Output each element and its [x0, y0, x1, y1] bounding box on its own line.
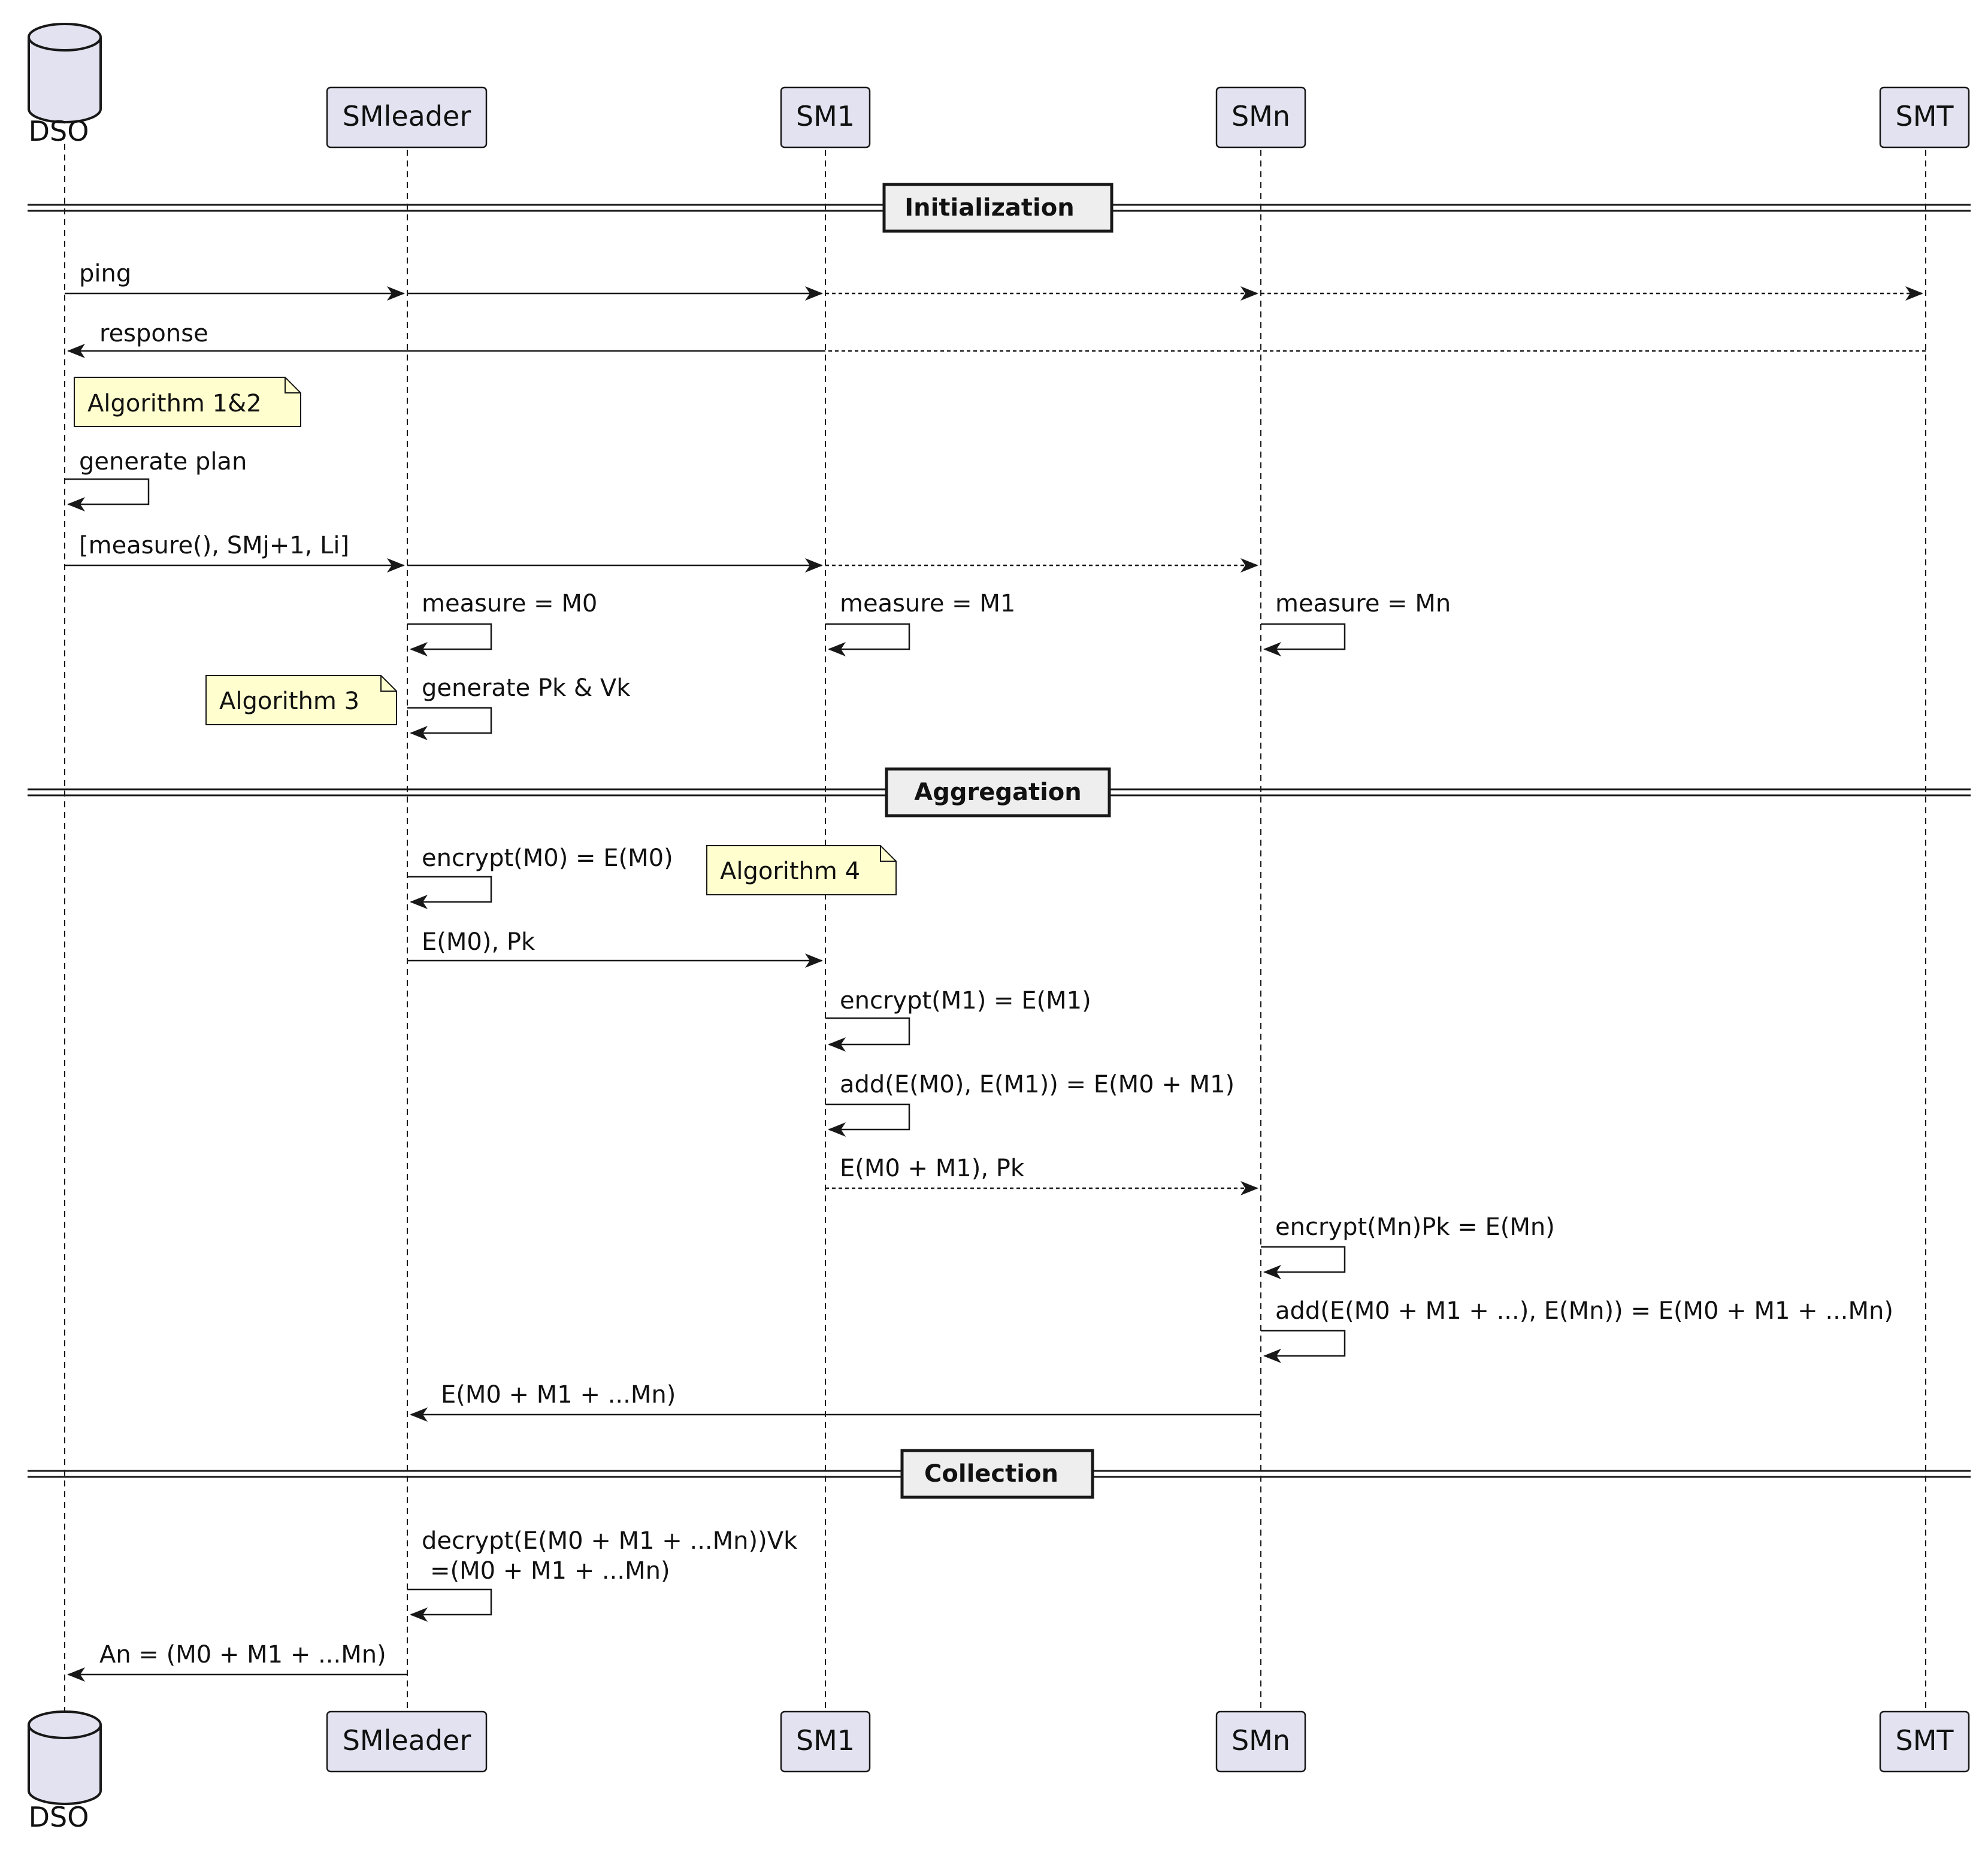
- divider-label: Collection: [924, 1460, 1058, 1488]
- participant-smn-top[interactable]: SMn: [1215, 86, 1306, 149]
- message-add-mn: add(E(M0 + M1 + ...), E(Mn)) = E(M0 + M1…: [1261, 1297, 1893, 1363]
- divider-aggregation: Aggregation: [28, 767, 1971, 817]
- participant-label: SMT: [1896, 100, 1954, 132]
- message-label: E(M0 + M1), Pk: [840, 1155, 1025, 1182]
- message-label: E(M0 + M1 + ...Mn): [441, 1381, 676, 1409]
- participant-label: DSO: [29, 115, 89, 147]
- participant-smleader-top[interactable]: SMleader: [326, 86, 488, 149]
- message-add-m0-m1: add(E(M0), E(M1)) = E(M0 + M1): [825, 1071, 1234, 1137]
- participants-top: DSO SMleader SM1 SMn SMT: [28, 23, 1970, 149]
- participant-label: DSO: [29, 1801, 89, 1833]
- participant-sm1-top[interactable]: SM1: [780, 86, 871, 149]
- message-generate-plan: generate plan: [65, 448, 247, 511]
- message-label-line-2: =(M0 + M1 + ...Mn): [430, 1557, 670, 1585]
- participant-label: SMn: [1231, 1724, 1290, 1757]
- participant-label: SMT: [1896, 1724, 1954, 1757]
- message-result-to-dso: An = (M0 + M1 + ...Mn): [67, 1641, 407, 1682]
- message-label: measure = M0: [422, 590, 597, 617]
- message-label: encrypt(M1) = E(M1): [840, 987, 1091, 1015]
- divider-label: Aggregation: [914, 779, 1082, 806]
- message-label: [measure(), SMj+1, Li]: [79, 532, 349, 559]
- message-label: generate Pk & Vk: [422, 674, 631, 702]
- participant-label: SMn: [1231, 100, 1290, 132]
- participant-label: SM1: [796, 1724, 855, 1757]
- note-algorithm-4: Algorithm 4: [706, 845, 897, 895]
- note-algorithm-3: Algorithm 3: [205, 675, 397, 725]
- message-measure-m1: measure = M1: [825, 590, 1015, 656]
- participant-label: SMleader: [343, 100, 471, 132]
- sequence-diagram-canvas: DSO SMleader SM1 SMn SMT Initialization: [28, 23, 1971, 1833]
- message-e-m0-m1-pk: E(M0 + M1), Pk: [825, 1155, 1258, 1195]
- message-decrypt: decrypt(E(M0 + M1 + ...Mn))Vk =(M0 + M1 …: [407, 1527, 798, 1622]
- divider-collection: Collection: [28, 1449, 1971, 1499]
- participant-smt-bottom[interactable]: SMT: [1879, 1710, 1970, 1773]
- message-label: measure = M1: [840, 590, 1015, 617]
- message-label: An = (M0 + M1 + ...Mn): [99, 1641, 386, 1669]
- participant-smt-top[interactable]: SMT: [1879, 86, 1970, 149]
- message-label: decrypt(E(M0 + M1 + ...Mn))Vk: [422, 1527, 798, 1555]
- participant-dso-bottom[interactable]: DSO: [28, 1710, 102, 1833]
- participant-label: SM1: [796, 100, 855, 132]
- note-algorithm-1-2: Algorithm 1&2: [74, 377, 301, 427]
- message-label: encrypt(Mn)Pk = E(Mn): [1275, 1213, 1555, 1241]
- participant-smleader-bottom[interactable]: SMleader: [326, 1710, 488, 1773]
- message-aggregate-return: E(M0 + M1 + ...Mn): [410, 1381, 1261, 1422]
- message-measure-plan: [measure(), SMj+1, Li]: [65, 532, 1258, 573]
- participant-sm1-bottom[interactable]: SM1: [780, 1710, 871, 1773]
- participant-smn-bottom[interactable]: SMn: [1215, 1710, 1306, 1773]
- message-label: add(E(M0 + M1 + ...), E(Mn)) = E(M0 + M1…: [1275, 1297, 1893, 1325]
- message-label: generate plan: [79, 448, 247, 476]
- divider-initialization: Initialization: [28, 183, 1971, 233]
- message-label: response: [99, 320, 208, 347]
- note-label: Algorithm 1&2: [87, 390, 262, 417]
- message-e-m0-pk: E(M0), Pk: [407, 928, 823, 968]
- database-icon-top: [28, 1710, 102, 1739]
- divider-label: Initialization: [904, 194, 1074, 222]
- message-encrypt-mn: encrypt(Mn)Pk = E(Mn): [1261, 1213, 1555, 1279]
- message-generate-keys: generate Pk & Vk: [407, 674, 631, 740]
- note-label: Algorithm 3: [219, 688, 359, 715]
- message-encrypt-m1: encrypt(M1) = E(M1): [825, 987, 1091, 1052]
- database-icon-top: [28, 23, 102, 52]
- message-label: add(E(M0), E(M1)) = E(M0 + M1): [840, 1071, 1234, 1098]
- sequence-diagram: DSO SMleader SM1 SMn SMT Initialization: [0, 0, 1988, 1850]
- message-encrypt-m0: encrypt(M0) = E(M0): [407, 844, 673, 909]
- message-label: E(M0), Pk: [422, 928, 535, 956]
- note-label: Algorithm 4: [720, 858, 860, 885]
- message-measure-m0: measure = M0: [407, 590, 597, 656]
- participant-label: SMleader: [343, 1724, 471, 1757]
- message-label: encrypt(M0) = E(M0): [422, 844, 673, 872]
- message-measure-mn: measure = Mn: [1261, 590, 1451, 656]
- message-response: response: [67, 320, 1926, 358]
- message-label: ping: [79, 260, 131, 287]
- message-label: measure = Mn: [1275, 590, 1451, 617]
- participant-dso-top[interactable]: DSO: [28, 23, 102, 147]
- message-ping: ping: [65, 260, 1923, 301]
- participants-bottom: DSO SMleader SM1 SMn SMT: [28, 1710, 1970, 1833]
